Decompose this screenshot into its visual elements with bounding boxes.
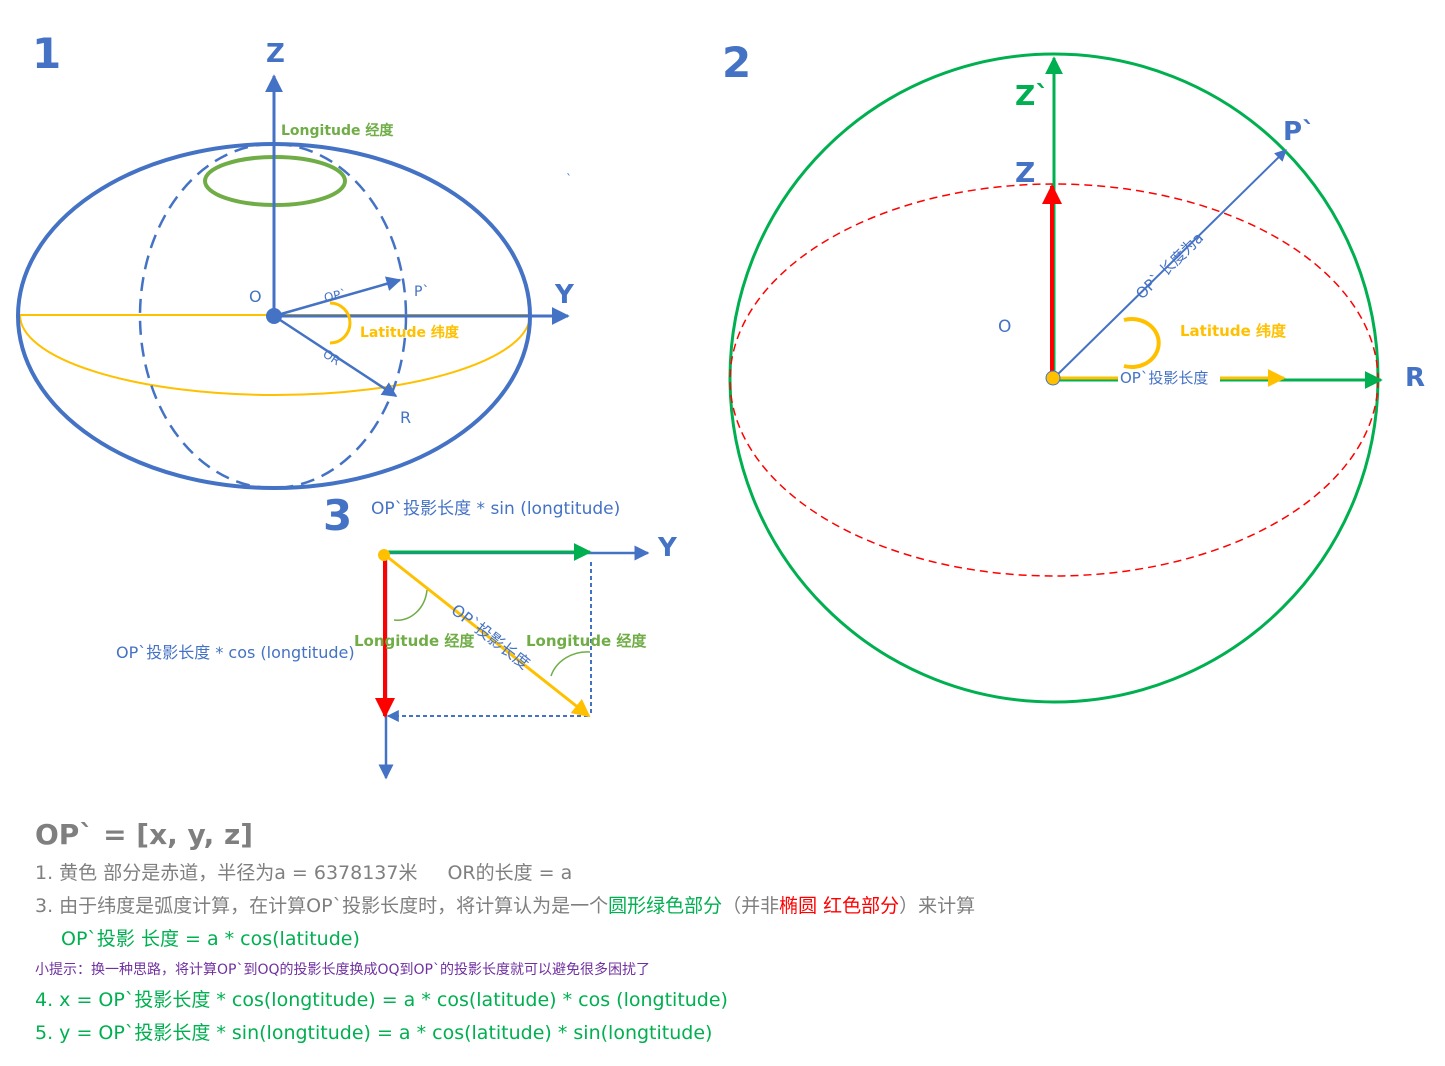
stray-mark: `: [566, 172, 572, 186]
origin-point: [1045, 370, 1061, 386]
panel-2: 2 Z` Z R OP`投影长度 OP` 长度为a P` Latitude 纬度…: [722, 38, 1425, 704]
note-line-1-or: OR的长度 = a: [447, 862, 573, 884]
p-prime-label: P`: [414, 284, 429, 300]
longitude-arc-left: [393, 589, 428, 621]
latitude-label: Latitude 纬度: [1180, 322, 1287, 340]
note-line-3-formula: OP`投影 长度 = a * cos(latitude): [61, 928, 360, 950]
note-line-3: 3. 由于纬度是弧度计算，在计算OP`投影长度时，将计算认为是一个圆形绿色部分（…: [35, 890, 1415, 923]
note-line-3-text-b: （并非: [722, 895, 780, 917]
note-line-3-text-c: ）来计算: [899, 895, 976, 917]
z-prime-axis-label: Z`: [1015, 79, 1049, 112]
y-axis-label: Y: [554, 280, 575, 310]
p-prime-label: P`: [1283, 117, 1315, 147]
note-line-1-text: 1. 黄色 部分是赤道，半径为a = 6378137米: [35, 862, 418, 884]
cos-label: OP`投影长度 * cos (longtitude): [116, 643, 355, 662]
note-line-5: 5. y = OP`投影长度 * sin(longtitude) = a * c…: [35, 1022, 713, 1044]
panel-3-number: 3: [323, 491, 352, 540]
note-line-3-text-a: 3. 由于纬度是弧度计算，在计算OP`投影长度时，将计算认为是一个: [35, 895, 609, 917]
panel-1-number: 1: [32, 29, 61, 78]
longitude-label: Longitude 经度: [281, 122, 394, 139]
projection-label: OP`投影长度: [1120, 369, 1208, 387]
note-line-1: 1. 黄色 部分是赤道，半径为a = 6378137米 OR的长度 = a: [35, 857, 1415, 890]
z-axis-label: Z: [1015, 156, 1035, 189]
latitude-label: Latitude 纬度: [360, 324, 460, 341]
origin-label: O: [998, 317, 1011, 337]
z-axis-label: Z: [266, 39, 285, 69]
note-line-3-red: 椭圆 红色部分: [779, 895, 900, 917]
latitude-arc: [329, 301, 352, 345]
note-line-3-green: 圆形绿色部分: [608, 895, 723, 917]
panel-2-number: 2: [722, 38, 751, 87]
panel-3: 3 OP`投影长度 * sin (longtitude) Y OP`投影长度 L…: [116, 491, 678, 780]
notes-section: OP` = [x, y, z] 1. 黄色 部分是赤道，半径为a = 63781…: [35, 818, 1415, 1050]
origin-point: [378, 549, 390, 561]
r-axis-label: R: [1405, 363, 1425, 393]
panel-1: 1 Z Y OP` P` OR R Latitude 纬度 O Longitud…: [16, 29, 575, 490]
longitude-label-left: Longitude 经度: [354, 632, 475, 650]
origin-label: O: [249, 287, 262, 306]
op-length-label: OP` 长度为a: [1132, 229, 1207, 303]
formula-heading: OP` = [x, y, z]: [35, 818, 254, 851]
note-line-4: 4. x = OP`投影长度 * cos(longtitude) = a * c…: [35, 989, 728, 1011]
y-axis-label: Y: [657, 533, 678, 563]
note-tip: 小提示：换一种思路，将计算OP`到OQ的投影长度换成OQ到OP`的投影长度就可以…: [35, 962, 650, 978]
origin-point: [266, 308, 282, 324]
longitude-arc-right: [550, 651, 591, 677]
r-label: R: [400, 408, 411, 427]
sin-label: OP`投影长度 * sin (longtitude): [371, 499, 620, 519]
longitude-label-right: Longitude 经度: [526, 632, 647, 650]
latitude-arc: [1123, 317, 1161, 369]
diagram-canvas: 1 Z Y OP` P` OR R Latitude 纬度 O Longitud…: [16, 29, 1425, 780]
